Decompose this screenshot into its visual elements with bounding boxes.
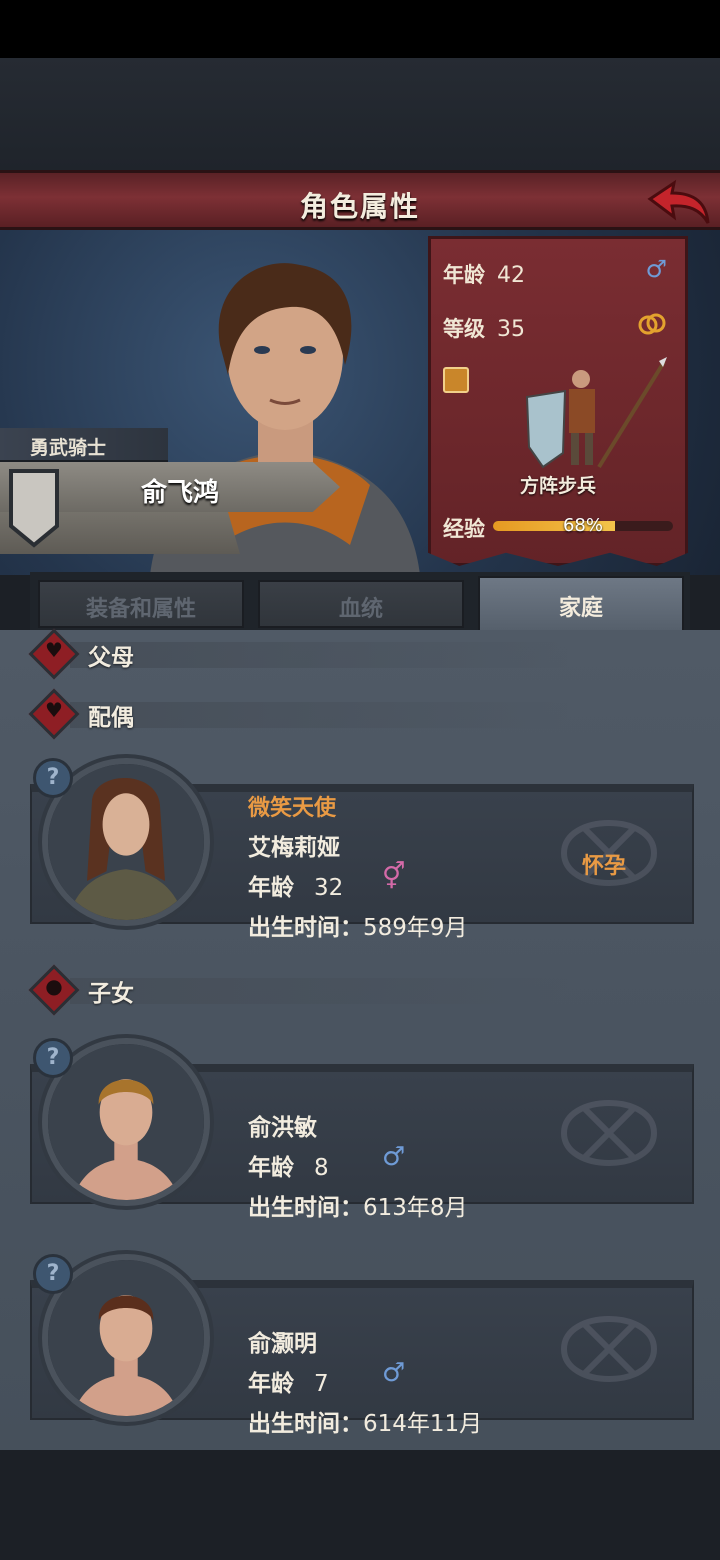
child-age-row: 年龄 7 <box>248 1364 329 1398</box>
page-title: 角色属性 <box>299 190 420 223</box>
parents-label: 父母 <box>88 645 134 671</box>
male-icon: ♂ <box>645 255 667 283</box>
spouse-birth-label: 出生时间： <box>248 915 363 941</box>
child-card[interactable]: ? 俞灏明 年龄 7 ♂ 出生时间：614年11月 <box>30 1254 694 1437</box>
class-badge-icon[interactable] <box>443 367 469 393</box>
child-birth-row: 出生时间：613年8月 <box>248 1188 468 1222</box>
child-info-button[interactable]: ? <box>33 1254 73 1294</box>
level-label: 等级 <box>443 317 485 341</box>
back-button[interactable] <box>646 179 712 229</box>
child-portrait-image <box>48 1044 204 1200</box>
stats-card: 年龄 42 ♂ 等级 35 方阵步兵 经验 68% <box>428 236 688 566</box>
child-birth-label: 出生时间： <box>248 1411 363 1437</box>
tab-bar: 装备和属性 血统 家庭 <box>30 572 690 632</box>
spouse-age-label: 年龄 <box>248 875 294 901</box>
male-icon: ♂ <box>382 1358 406 1388</box>
person-icon: ● <box>45 974 63 998</box>
child-age-label: 年龄 <box>248 1155 294 1181</box>
xp-label: 经验 <box>443 517 485 541</box>
children-section-header[interactable]: ● 子女 <box>28 964 690 1016</box>
tab-bloodline[interactable]: 血统 <box>258 580 464 628</box>
child-birth: 613年8月 <box>363 1195 468 1221</box>
back-arrow-icon <box>647 179 710 224</box>
age-row: 年龄 42 <box>443 259 525 289</box>
spouse-age-row: 年龄 32 <box>248 868 343 902</box>
child-name: 俞洪敏 <box>248 1115 317 1141</box>
celtic-knot-icon <box>560 1316 658 1382</box>
status-bar <box>0 0 720 58</box>
child-info-button[interactable]: ? <box>33 1038 73 1078</box>
tab-family[interactable]: 家庭 <box>478 576 684 632</box>
bottom-area <box>0 1450 720 1560</box>
rank-title: 勇武骑士 <box>0 428 168 462</box>
spouse-title: 微笑天使 <box>248 796 337 821</box>
child-age-row: 年龄 8 <box>248 1148 329 1182</box>
heart-icon: ♥ <box>45 698 63 722</box>
spouse-label: 配偶 <box>88 705 134 731</box>
level-value: 35 <box>497 317 525 342</box>
family-panel: ♥ 父母 ♥ 配偶 ? 微笑天使 艾梅莉娅 年龄 32 ⚥ 出生时间：589年9… <box>0 628 720 1450</box>
children-label: 子女 <box>88 981 134 1007</box>
child-age: 7 <box>314 1371 329 1397</box>
top-backdrop <box>0 58 720 170</box>
parents-section-header[interactable]: ♥ 父母 <box>28 628 690 680</box>
spouse-info-button[interactable]: ? <box>33 758 73 798</box>
child-card[interactable]: ? 俞洪敏 年龄 8 ♂ 出生时间：613年8月 <box>30 1038 694 1221</box>
spouse-section-header[interactable]: ♥ 配偶 <box>28 688 690 740</box>
heraldry-shield-icon <box>9 469 59 548</box>
child-portrait-image <box>48 1260 204 1416</box>
level-row: 等级 35 <box>443 313 525 343</box>
child-birth-label: 出生时间： <box>248 1195 363 1221</box>
spearman-figure <box>525 357 667 469</box>
xp-percent: 68% <box>562 515 603 536</box>
celtic-knot-icon <box>560 1100 658 1166</box>
spouse-age: 32 <box>314 875 344 901</box>
child-birth-row: 出生时间：614年11月 <box>248 1404 482 1438</box>
child-age: 8 <box>314 1155 329 1181</box>
female-icon: ⚥ <box>382 862 406 892</box>
spouse-portrait-image <box>48 764 204 920</box>
unit-name: 方阵步兵 <box>519 475 596 497</box>
spouse-birth: 589年9月 <box>363 915 468 941</box>
heart-icon: ♥ <box>45 638 63 662</box>
spouse-card[interactable]: ? 微笑天使 艾梅莉娅 年龄 32 ⚥ 出生时间：589年9月 怀孕 <box>30 758 694 941</box>
title-bar: 角色属性 <box>0 170 720 230</box>
spouse-status: 怀孕 <box>582 854 627 879</box>
spouse-birth-row: 出生时间：589年9月 <box>248 908 468 942</box>
child-birth: 614年11月 <box>363 1411 483 1437</box>
age-label: 年龄 <box>443 263 485 287</box>
child-name: 俞灏明 <box>248 1331 317 1357</box>
tab-equipment[interactable]: 装备和属性 <box>38 580 244 628</box>
age-value: 42 <box>497 263 525 288</box>
rings-icon <box>638 313 666 335</box>
character-name: 俞飞鸿 <box>140 478 219 508</box>
male-icon: ♂ <box>382 1142 406 1172</box>
spouse-name: 艾梅莉娅 <box>248 835 340 861</box>
child-age-label: 年龄 <box>248 1371 294 1397</box>
